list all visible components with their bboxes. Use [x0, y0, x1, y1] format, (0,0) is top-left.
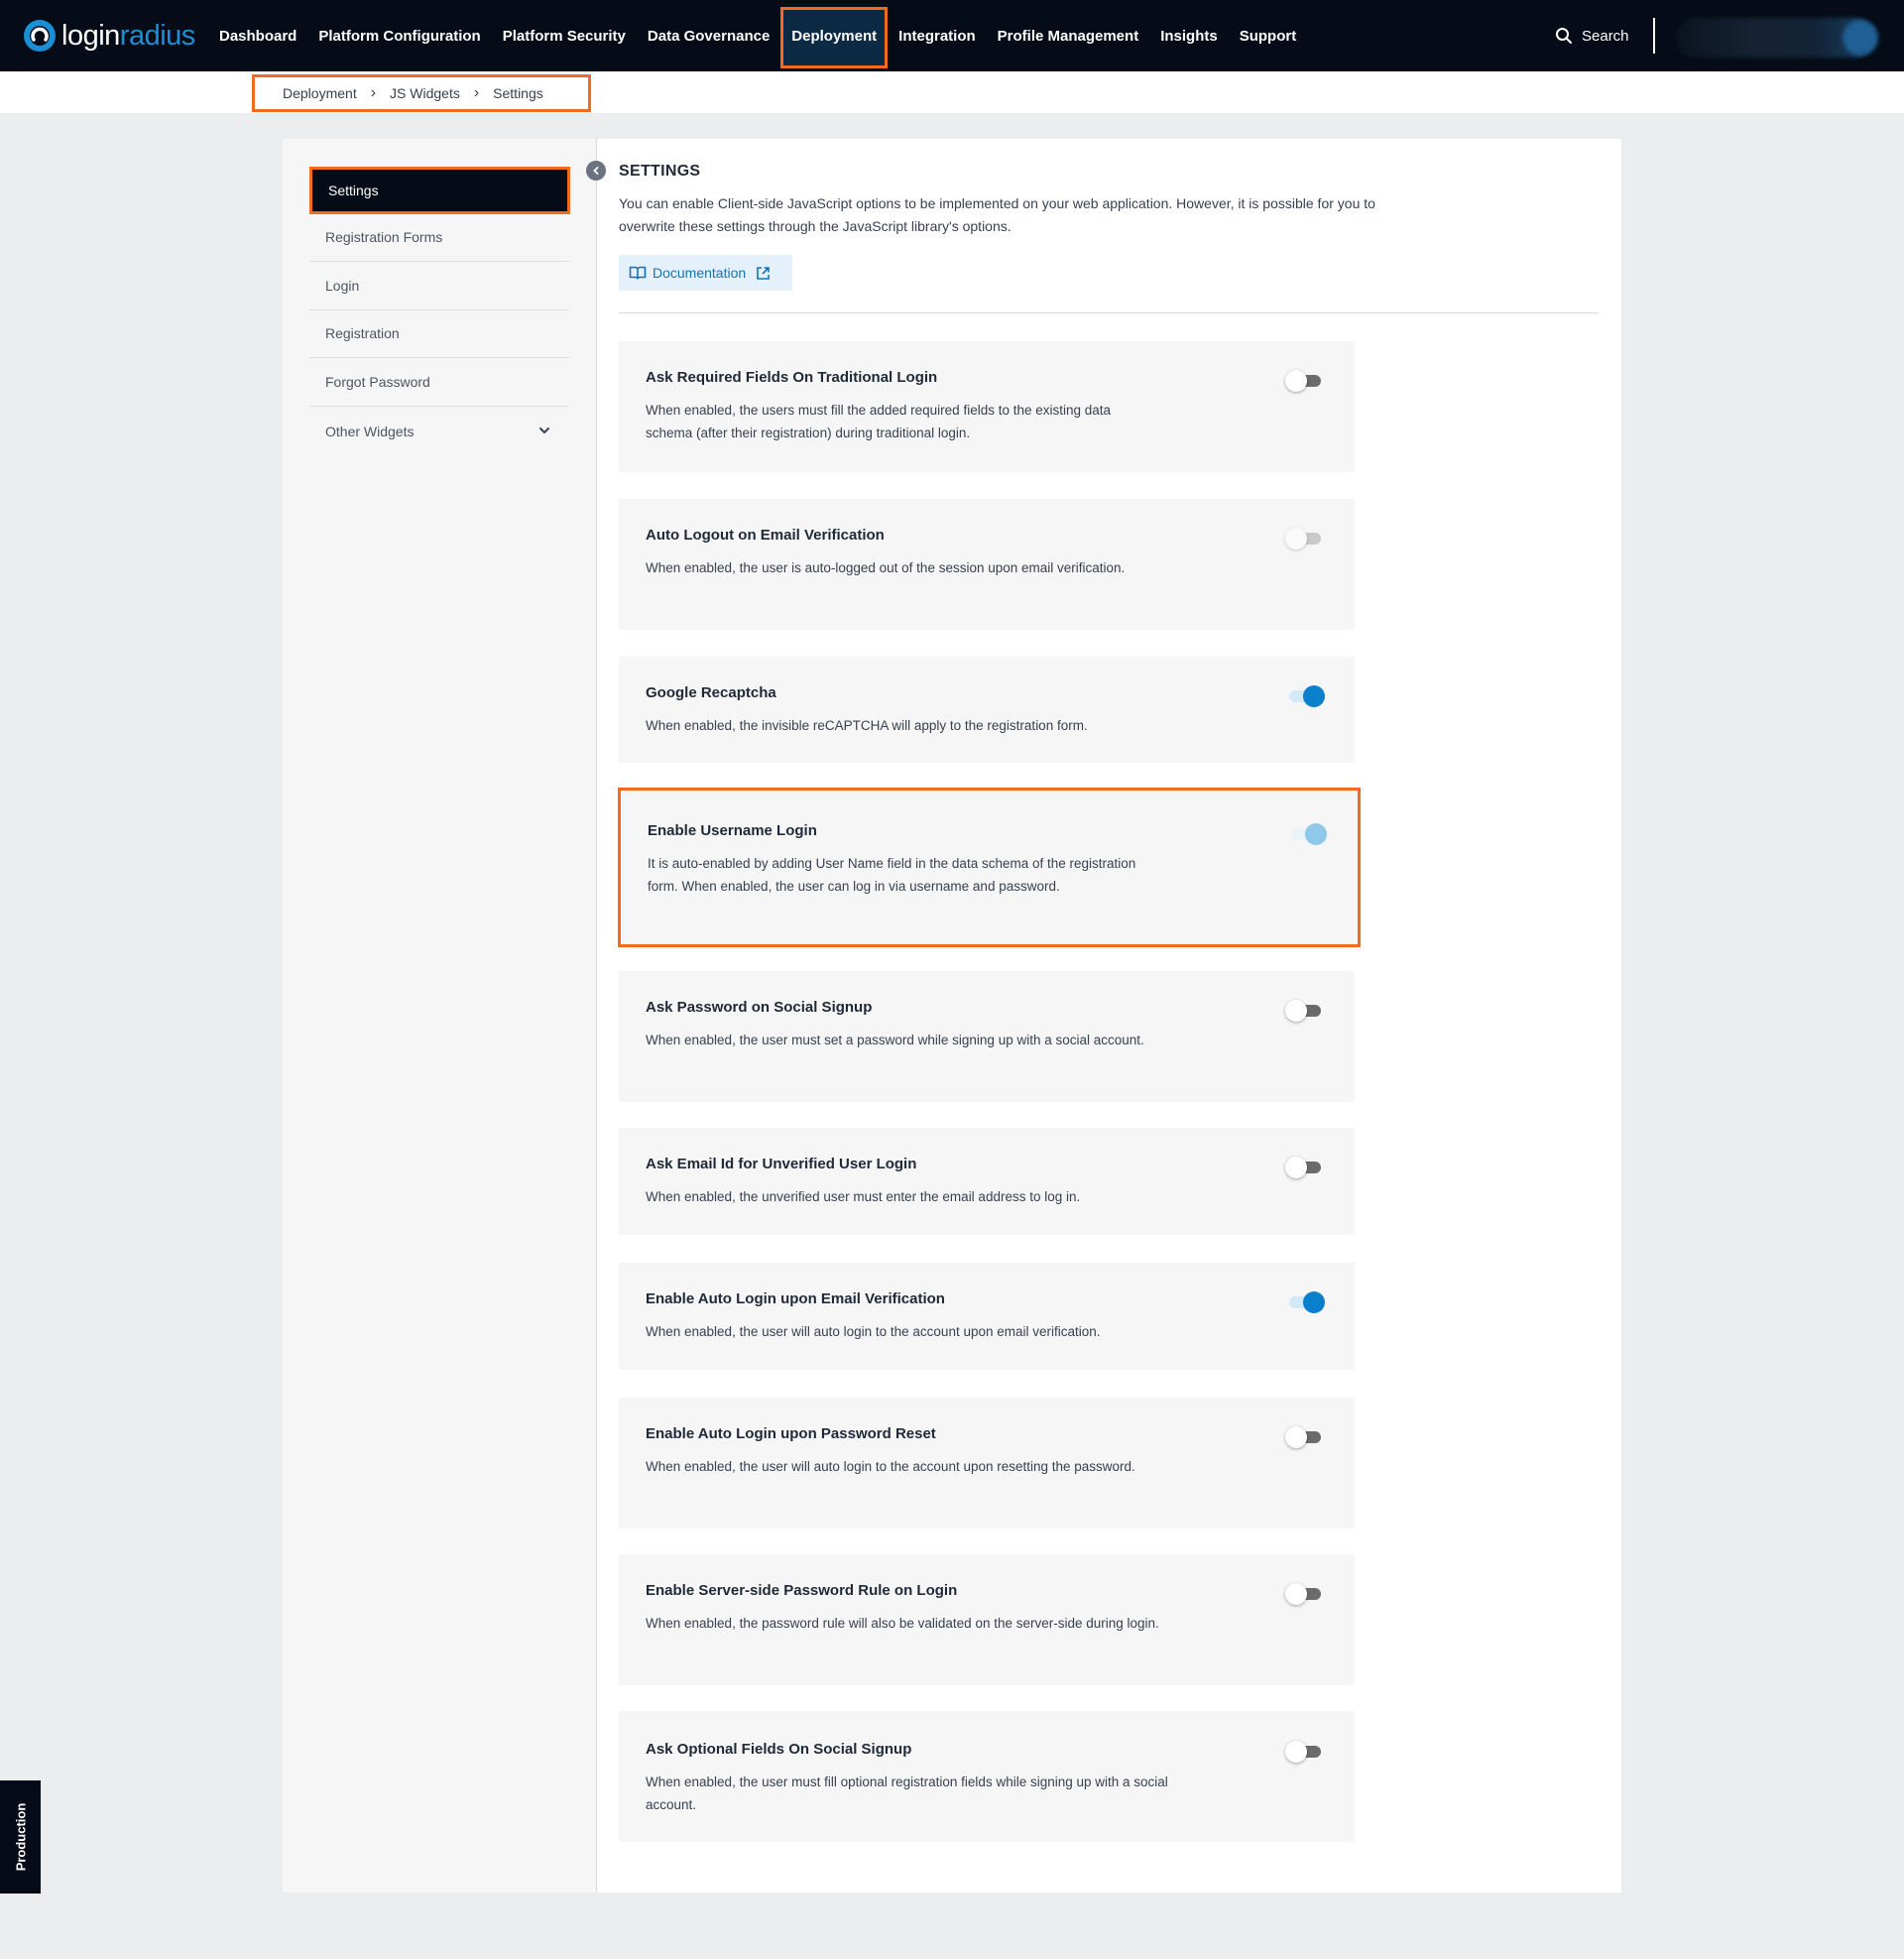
- nav-profile-management[interactable]: Profile Management: [987, 0, 1150, 71]
- setting-description: When enabled, the user must set a passwo…: [646, 1033, 1144, 1047]
- collapse-sidebar-button[interactable]: [586, 161, 606, 181]
- auto-login-email-verification-toggle[interactable]: [1285, 1290, 1325, 1314]
- setting-title: Ask Password on Social Signup: [646, 999, 873, 1016]
- user-avatar[interactable]: [1843, 20, 1878, 56]
- setting-auto-login-email-verification: Enable Auto Login upon Email Verificatio…: [619, 1263, 1355, 1370]
- nav-divider: [1653, 18, 1655, 54]
- sidebar-item-registration-forms[interactable]: Registration Forms: [309, 213, 569, 262]
- setting-description: When enabled, the user must fill optiona…: [646, 1775, 1168, 1812]
- breadcrumb: Deployment › JS Widgets › Settings: [252, 74, 591, 112]
- nav-platform-security[interactable]: Platform Security: [492, 0, 637, 71]
- ask-email-unverified-toggle[interactable]: [1285, 1156, 1325, 1179]
- nav-support[interactable]: Support: [1229, 0, 1308, 71]
- nav-integration[interactable]: Integration: [888, 0, 987, 71]
- chevron-right-icon: ›: [370, 84, 377, 101]
- external-link-icon: [757, 266, 770, 280]
- chevron-left-icon: [593, 167, 599, 175]
- setting-ask-required-fields: Ask Required Fields On Traditional Login…: [619, 341, 1355, 472]
- search-icon: [1556, 28, 1572, 44]
- setting-enable-username-login: Enable Username Login It is auto-enabled…: [618, 788, 1361, 947]
- setting-description: When enabled, the user will auto login t…: [646, 1459, 1135, 1474]
- page-description: You can enable Client-side JavaScript op…: [619, 195, 1375, 234]
- setting-auto-logout-email-verification: Auto Logout on Email Verification When e…: [619, 499, 1355, 630]
- loginradius-logo-icon: [24, 20, 56, 52]
- nav-insights[interactable]: Insights: [1149, 0, 1229, 71]
- documentation-button[interactable]: Documentation: [619, 255, 792, 291]
- setting-title: Enable Auto Login upon Password Reset: [646, 1425, 936, 1442]
- chevron-down-icon: [539, 428, 549, 434]
- logo-wordmark: loginradius: [61, 19, 195, 52]
- chevron-right-icon: ›: [473, 84, 480, 101]
- book-icon: [629, 266, 647, 280]
- ask-required-fields-toggle[interactable]: [1285, 369, 1325, 393]
- setting-title: Enable Server-side Password Rule on Logi…: [646, 1582, 958, 1599]
- section-divider: [619, 312, 1599, 313]
- sidebar-item-settings[interactable]: Settings: [309, 167, 570, 214]
- breadcrumb-deployment[interactable]: Deployment: [283, 85, 357, 101]
- server-side-password-rule-toggle[interactable]: [1285, 1582, 1325, 1606]
- environment-tab[interactable]: Production: [0, 1780, 41, 1894]
- nav-dashboard[interactable]: Dashboard: [208, 0, 307, 71]
- setting-title: Auto Logout on Email Verification: [646, 527, 885, 544]
- setting-auto-login-password-reset: Enable Auto Login upon Password Reset Wh…: [619, 1398, 1355, 1529]
- setting-title: Google Recaptcha: [646, 684, 776, 701]
- setting-title: Ask Required Fields On Traditional Login: [646, 369, 938, 386]
- breadcrumb-js-widgets[interactable]: JS Widgets: [390, 85, 460, 101]
- sidebar-item-registration[interactable]: Registration: [309, 309, 569, 358]
- setting-ask-optional-fields-social: Ask Optional Fields On Social Signup Whe…: [619, 1711, 1355, 1842]
- setting-description: When enabled, the user is auto-logged ou…: [646, 560, 1126, 575]
- breadcrumb-bar: Deployment › JS Widgets › Settings: [0, 71, 1904, 113]
- nav-platform-configuration[interactable]: Platform Configuration: [307, 0, 491, 71]
- sidebar-item-other-widgets[interactable]: Other Widgets: [309, 407, 569, 455]
- setting-title: Enable Auto Login upon Email Verificatio…: [646, 1290, 945, 1307]
- nav-deployment[interactable]: Deployment: [780, 0, 889, 71]
- setting-ask-email-unverified: Ask Email Id for Unverified User Login W…: [619, 1128, 1355, 1235]
- setting-title: Ask Optional Fields On Social Signup: [646, 1741, 912, 1758]
- setting-description: It is auto-enabled by adding User Name f…: [648, 856, 1136, 894]
- username-login-toggle[interactable]: [1287, 822, 1327, 846]
- sidebar-item-login[interactable]: Login: [309, 262, 569, 310]
- search-button[interactable]: Search: [1555, 0, 1629, 71]
- ask-password-social-toggle[interactable]: [1285, 999, 1325, 1023]
- setting-ask-password-social-signup: Ask Password on Social Signup When enabl…: [619, 971, 1355, 1102]
- ask-optional-fields-toggle[interactable]: [1285, 1740, 1325, 1764]
- setting-description: When enabled, the user will auto login t…: [646, 1324, 1101, 1339]
- setting-description: When enabled, the users must fill the ad…: [646, 403, 1112, 440]
- main-nav: Dashboard Platform Configuration Platfor…: [208, 0, 1307, 71]
- auto-logout-toggle[interactable]: [1285, 527, 1325, 551]
- top-navigation: loginradius Dashboard Platform Configura…: [0, 0, 1904, 71]
- sidebar-item-forgot-password[interactable]: Forgot Password: [309, 358, 569, 407]
- setting-title: Ask Email Id for Unverified User Login: [646, 1156, 917, 1172]
- nav-data-governance[interactable]: Data Governance: [637, 0, 780, 71]
- loginradius-logo[interactable]: loginradius: [22, 18, 195, 54]
- page-title: SETTINGS: [619, 163, 701, 180]
- setting-google-recaptcha: Google Recaptcha When enabled, the invis…: [619, 657, 1355, 763]
- setting-server-side-password-rule: Enable Server-side Password Rule on Logi…: [619, 1554, 1355, 1685]
- setting-title: Enable Username Login: [648, 822, 817, 839]
- google-recaptcha-toggle[interactable]: [1285, 684, 1325, 708]
- breadcrumb-settings: Settings: [493, 85, 543, 101]
- setting-description: When enabled, the invisible reCAPTCHA wi…: [646, 718, 1088, 733]
- setting-description: When enabled, the unverified user must e…: [646, 1189, 1081, 1204]
- setting-description: When enabled, the password rule will als…: [646, 1616, 1159, 1631]
- auto-login-password-reset-toggle[interactable]: [1285, 1425, 1325, 1449]
